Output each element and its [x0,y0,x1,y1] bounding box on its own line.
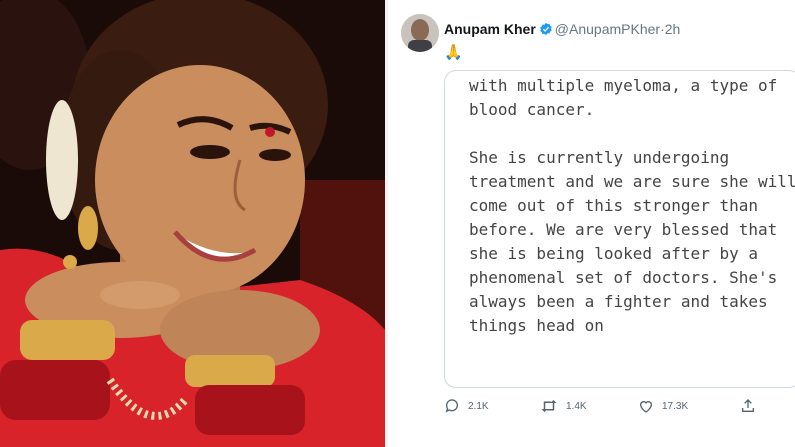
author-name[interactable]: Anupam Kher [444,21,536,37]
tweet-screenshot: Anupam Kher @AnupamPKher·2h 🙏 with multip… [388,0,795,447]
like-button[interactable]: 17.3K [638,398,688,414]
share-icon [740,398,756,414]
retweet-button[interactable]: 1.4K [540,398,587,414]
tweet-header: Anupam Kher @AnupamPKher·2h [444,21,680,39]
reply-button[interactable]: 2.1K [444,398,489,414]
retweet-icon [540,398,558,414]
like-count: 17.3K [662,400,689,412]
reply-icon [444,398,460,414]
tweet-actions: 2.1K 1.4K 17.3K [444,398,764,422]
tweet-image-card[interactable]: with multiple myeloma, a type of blood c… [444,70,795,388]
like-icon [638,398,654,414]
news-photo [0,0,385,447]
share-button[interactable] [740,398,756,414]
tweet-emoji: 🙏 [444,44,463,61]
tweet-time[interactable]: 2h [665,21,681,37]
avatar-image [401,14,439,52]
statement-text: with multiple myeloma, a type of blood c… [469,76,795,335]
author-handle[interactable]: @AnupamPKher [555,21,660,37]
reply-count: 2.1K [468,400,489,412]
verified-icon [539,22,553,39]
avatar[interactable] [401,14,439,52]
portrait-illustration [0,0,385,447]
retweet-count: 1.4K [566,400,587,412]
